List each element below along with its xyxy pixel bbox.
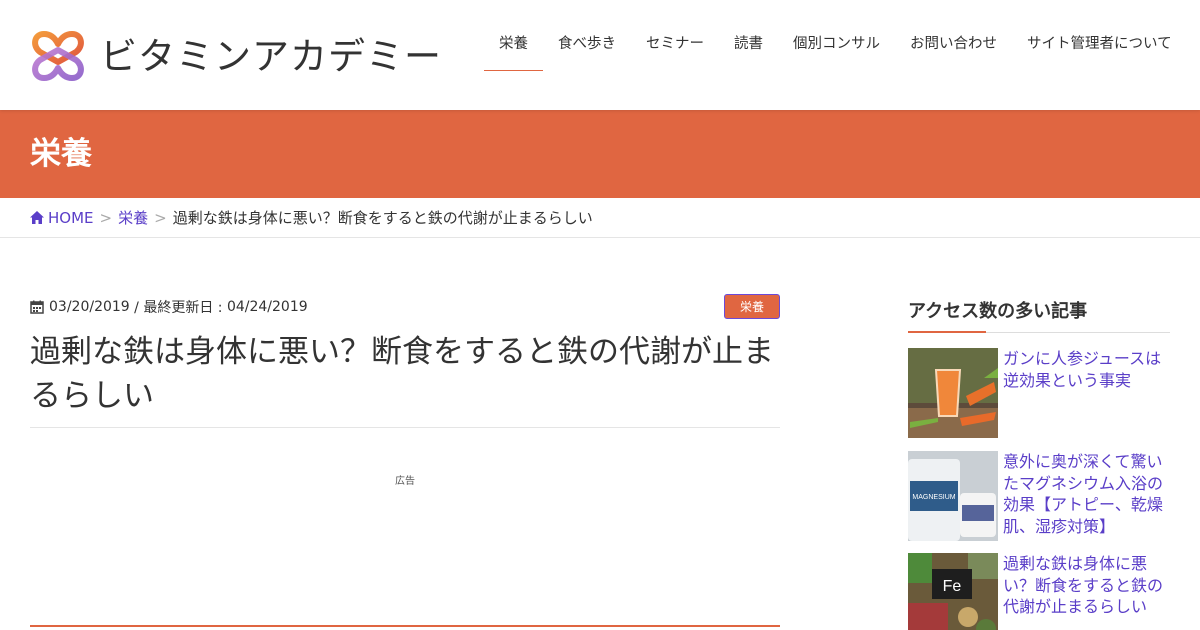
nav-item-seminar[interactable]: セミナー (631, 24, 719, 71)
nav-item-contact[interactable]: お問い合わせ (895, 24, 1012, 71)
popular-post-title[interactable]: 意外に奥が深くて驚いたマグネシウム入浴の効果【アトピー、乾燥肌、湿疹対策】 (1003, 451, 1170, 541)
sidebar: アクセス数の多い記事 ガンに人参ジュースは逆効果という事実 MAGNESIUM … (908, 238, 1170, 630)
post-date: 03/20/2019 (49, 299, 130, 315)
site-header: ビタミンアカデミー 栄養 食べ歩き セミナー 読書 個別コンサル お問い合わせ … (0, 0, 1200, 110)
popular-post-title[interactable]: 過剰な鉄は身体に悪い？断食をすると鉄の代謝が止まるらしい (1003, 553, 1170, 630)
category-badge[interactable]: 栄養 (723, 294, 780, 319)
breadcrumb: HOME > 栄養 > 過剰な鉄は身体に悪い？断食をすると鉄の代謝が止まるらしい (0, 198, 1200, 238)
breadcrumb-separator: > (99, 208, 113, 227)
page-header-band: 栄養 (0, 110, 1200, 198)
post-updated-label: / 最終更新日 : (134, 300, 223, 316)
iron-foods-thumbnail[interactable]: Fe (908, 553, 998, 630)
logo-icon (32, 31, 84, 81)
popular-posts-heading: アクセス数の多い記事 (908, 301, 1088, 322)
breadcrumb-category-link[interactable]: 栄養 (118, 207, 148, 228)
post-meta: 03/20/2019 / 最終更新日 : 04/24/2019 (30, 297, 308, 317)
post-title: 過剰な鉄は身体に悪い？断食をすると鉄の代謝が止まるらしい (30, 334, 774, 414)
title-divider (30, 427, 780, 428)
nav-item-consulting[interactable]: 個別コンサル (778, 24, 895, 71)
carrot-juice-thumbnail[interactable] (908, 348, 998, 438)
article-main: 03/20/2019 / 最終更新日 : 04/24/2019 栄養 過剰な鉄は… (30, 238, 780, 630)
popular-post-item[interactable]: MAGNESIUM 意外に奥が深くて驚いたマグネシウム入浴の効果【アトピー、乾燥… (908, 451, 1170, 541)
global-nav: 栄養 食べ歩き セミナー 読書 個別コンサル お問い合わせ サイト管理者について (484, 24, 1187, 71)
breadcrumb-home-link[interactable]: HOME (30, 209, 94, 227)
site-name: ビタミンアカデミー (100, 34, 442, 78)
magnesium-label-text: MAGNESIUM (912, 494, 955, 501)
post-updated-date: 04/24/2019 (226, 299, 308, 315)
fe-label-text: Fe (943, 578, 962, 595)
breadcrumb-current: 過剰な鉄は身体に悪い？断食をすると鉄の代謝が止まるらしい (172, 209, 593, 227)
site-logo[interactable]: ビタミンアカデミー (30, 28, 442, 84)
popular-post-item[interactable]: ガンに人参ジュースは逆効果という事実 (908, 348, 1170, 438)
nav-item-reading[interactable]: 読書 (719, 24, 778, 71)
popular-post-title[interactable]: ガンに人参ジュースは逆効果という事実 (1003, 348, 1170, 438)
content-divider (30, 625, 780, 627)
breadcrumb-separator: > (154, 208, 167, 227)
ad-label: 広告 (395, 476, 415, 487)
breadcrumb-home-label: HOME (48, 208, 94, 227)
home-icon (30, 210, 44, 224)
popular-post-item[interactable]: Fe 過剰な鉄は身体に悪い？断食をすると鉄の代謝が止まるらしい (908, 553, 1170, 630)
nav-item-about-admin[interactable]: サイト管理者について (1012, 24, 1187, 71)
nav-item-food-tour[interactable]: 食べ歩き (543, 24, 631, 71)
calendar-icon (30, 300, 44, 314)
page-header-title: 栄養 (30, 136, 92, 172)
magnesium-bath-thumbnail[interactable]: MAGNESIUM (908, 451, 998, 541)
nav-item-nutrition[interactable]: 栄養 (484, 24, 543, 71)
sidebar-divider-accent (908, 331, 986, 333)
